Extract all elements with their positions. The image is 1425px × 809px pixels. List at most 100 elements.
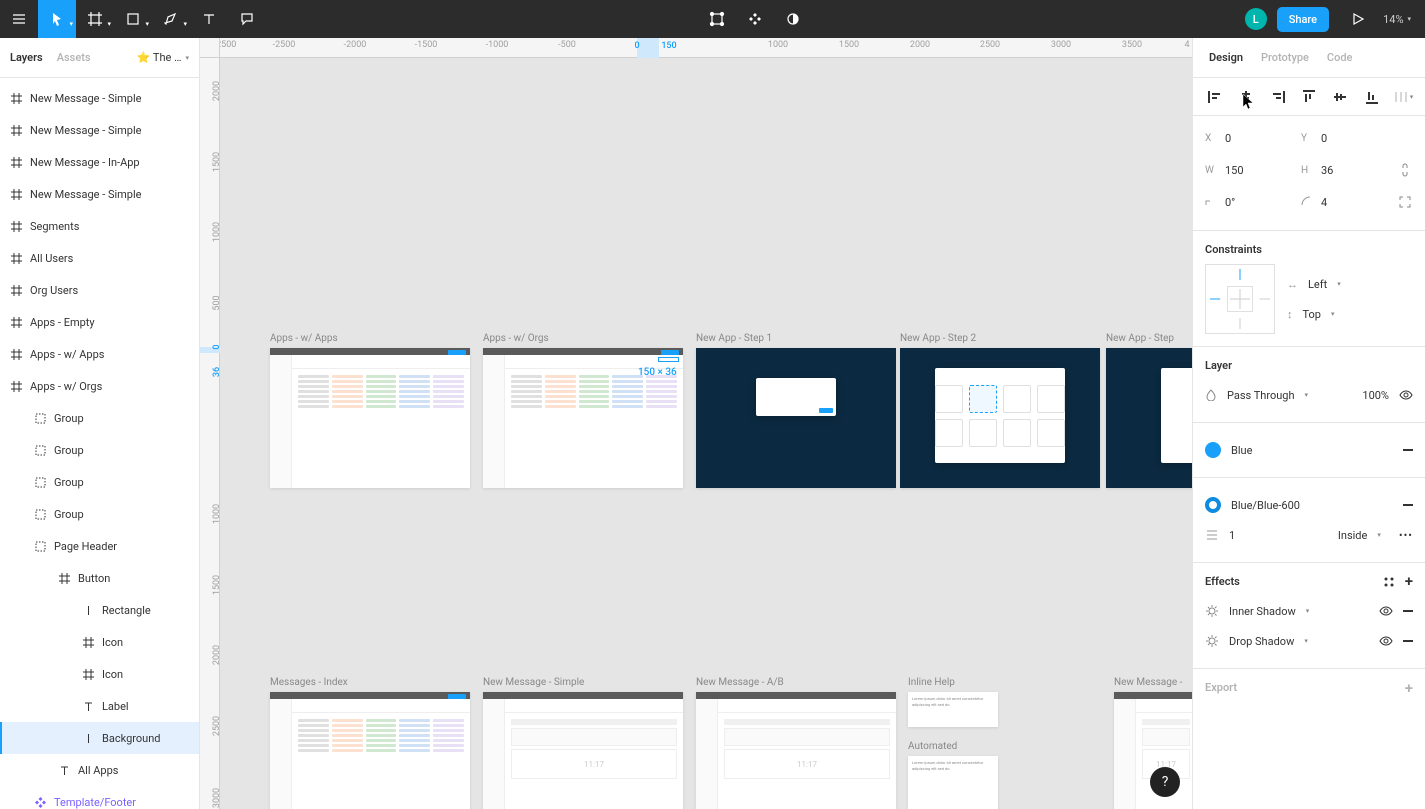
constraints-widget[interactable] [1205,264,1275,334]
frame-label[interactable]: Inline Help [908,677,955,688]
remove-effect-icon[interactable] [1403,610,1413,612]
frame-label[interactable]: New Message - [1114,677,1182,688]
constraint-v-select[interactable]: ↕Top▾ [1287,299,1413,329]
present-icon[interactable] [1339,0,1377,38]
canvas-inner[interactable]: Apps - w/ AppsApps - w/ Orgs150 × 36New … [220,58,1192,809]
layer-item[interactable]: Group [0,434,199,466]
canvas-frame[interactable]: AutomatedLorem ipsum dolor sit amet cons… [908,756,998,809]
canvas-frame[interactable]: New App - Step 2 [900,348,1100,488]
align-top-icon[interactable] [1297,85,1321,109]
remove-effect-icon[interactable] [1403,640,1413,642]
align-bottom-icon[interactable] [1360,85,1384,109]
layer-item[interactable]: New Message - In-App [0,146,199,178]
visibility-icon[interactable] [1399,388,1413,402]
layer-item[interactable]: New Message - Simple [0,114,199,146]
layer-item[interactable]: Label [0,690,199,722]
stroke-align-select[interactable]: Inside [1338,529,1367,542]
add-export-icon[interactable]: + [1405,683,1413,693]
frame-tool-icon[interactable]: ▾ [76,0,114,38]
frame-label[interactable]: New Message - A/B [696,677,784,688]
layer-item[interactable]: All Users [0,242,199,274]
canvas[interactable]: -2500-2500-2000-1500-1000-50001501000150… [200,38,1192,809]
tab-prototype[interactable]: Prototype [1261,51,1309,64]
frame-label[interactable]: Apps - w/ Orgs [483,333,549,344]
pen-tool-icon[interactable]: ▾ [152,0,190,38]
frame-label[interactable]: New App - Step [1106,333,1174,344]
tab-assets[interactable]: Assets [57,51,91,64]
layer-item[interactable]: New Message - Simple [0,82,199,114]
frame-label[interactable]: Messages - Index [270,677,348,688]
canvas-frame[interactable]: Messages - Index [270,692,470,809]
stroke-weight-input[interactable]: 1 [1229,529,1235,542]
layer-item[interactable]: Background [0,722,199,754]
frame-label[interactable]: New Message - Simple [483,677,584,688]
align-hcenter-icon[interactable] [1234,85,1258,109]
share-button[interactable]: Share [1277,7,1329,32]
component-icon[interactable] [736,0,774,38]
zoom-control[interactable]: 14% ▾ [1377,13,1425,26]
tab-design[interactable]: Design [1209,51,1243,64]
layer-item[interactable]: Segments [0,210,199,242]
remove-fill-icon[interactable] [1403,449,1413,451]
layer-item[interactable]: Group [0,402,199,434]
canvas-frame[interactable]: Apps - w/ Apps [270,348,470,488]
canvas-frame[interactable]: New Message - A/B11:17 [696,692,896,809]
effect-name[interactable]: Inner Shadow [1229,605,1296,618]
shape-tool-icon[interactable]: ▾ [114,0,152,38]
independent-corners-icon[interactable] [1397,196,1413,208]
help-button[interactable]: ? [1150,767,1180,797]
effect-settings-icon[interactable] [1205,634,1219,648]
blend-mode-select[interactable]: Pass Through ▾ [1205,380,1308,410]
constrain-proportions-icon[interactable] [1397,163,1413,177]
mask-icon[interactable] [774,0,812,38]
layer-item[interactable]: Rectangle [0,594,199,626]
w-input[interactable]: 150 [1225,164,1244,177]
effect-settings-icon[interactable] [1205,604,1219,618]
radius-input[interactable]: 4 [1321,196,1327,209]
layer-item[interactable]: Apps - w/ Orgs [0,370,199,402]
layer-item[interactable]: Icon [0,658,199,690]
text-tool-icon[interactable] [190,0,228,38]
frame-label[interactable]: Apps - w/ Apps [270,333,338,344]
y-input[interactable]: 0 [1321,132,1327,145]
layer-item[interactable]: All Apps [0,754,199,786]
layer-item[interactable]: Group [0,466,199,498]
canvas-frame[interactable]: New App - Step 1 [696,348,896,488]
frame-label[interactable]: New App - Step 2 [900,333,976,344]
align-vcenter-icon[interactable] [1328,85,1352,109]
stroke-more-icon[interactable]: ••• [1399,529,1413,542]
edit-object-icon[interactable] [698,0,736,38]
layer-item[interactable]: Org Users [0,274,199,306]
layer-item[interactable]: Template/Footer [0,786,199,809]
distribute-icon[interactable]: ▾ [1391,85,1415,109]
effect-name[interactable]: Drop Shadow [1229,635,1294,648]
layer-item[interactable]: Page Header [0,530,199,562]
add-effect-icon[interactable]: + [1405,576,1413,588]
effect-styles-icon[interactable] [1383,576,1395,588]
remove-stroke-icon[interactable] [1403,504,1413,506]
stroke-swatch[interactable] [1205,497,1221,513]
effect-visibility-icon[interactable] [1379,634,1393,648]
menu-icon[interactable] [0,0,38,38]
effect-visibility-icon[interactable] [1379,604,1393,618]
layer-item[interactable]: Button [0,562,199,594]
fill-swatch[interactable] [1205,442,1221,458]
align-right-icon[interactable] [1266,85,1290,109]
canvas-frame[interactable]: New App - Step [1106,348,1192,488]
layer-item[interactable]: Apps - w/ Apps [0,338,199,370]
layer-item[interactable]: Group [0,498,199,530]
layers-list[interactable]: New Message - SimpleNew Message - Simple… [0,78,199,809]
layer-item[interactable]: Apps - Empty [0,306,199,338]
rotation-input[interactable]: 0° [1225,196,1235,209]
page-selector[interactable]: ⭐️ The … ▾ [137,51,189,64]
frame-label[interactable]: Automated [908,741,957,752]
layer-item[interactable]: Icon [0,626,199,658]
opacity-input[interactable]: 100% [1362,389,1389,402]
user-avatar[interactable]: L [1245,8,1267,30]
tab-code[interactable]: Code [1327,51,1353,64]
x-input[interactable]: 0 [1225,132,1231,145]
tab-layers[interactable]: Layers [10,51,43,64]
canvas-frame[interactable]: Inline HelpLorem ipsum dolor sit amet co… [908,692,998,727]
layer-item[interactable]: New Message - Simple [0,178,199,210]
frame-label[interactable]: New App - Step 1 [696,333,772,344]
